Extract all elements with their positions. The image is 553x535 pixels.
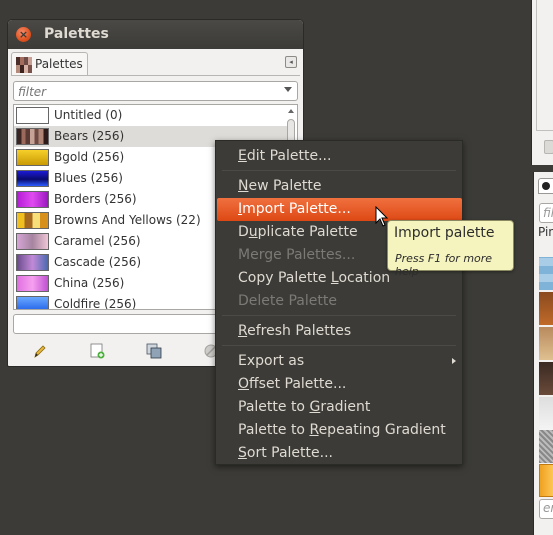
window-title: Palettes xyxy=(44,26,109,42)
pattern-tile[interactable] xyxy=(539,397,553,430)
pattern-tile[interactable] xyxy=(539,430,553,463)
palette-swatch xyxy=(16,212,49,229)
menu-label-text: Delete Palette xyxy=(238,293,337,309)
menu-mnemonic: u xyxy=(248,224,258,240)
palette-name: Bears (256) xyxy=(54,129,125,143)
menu-label-text: ew Palette xyxy=(248,178,322,194)
dock-button[interactable] xyxy=(544,140,553,154)
palette-name: Blues (256) xyxy=(54,171,123,185)
dock-label: Pin xyxy=(538,225,553,239)
palette-context-menu: Edit Palette... New Palette Import Palette… xyxy=(215,140,463,465)
palette-swatch xyxy=(16,128,49,145)
palette-name: Caramel (256) xyxy=(54,234,141,248)
menu-mnemonic: G xyxy=(309,399,321,415)
menu-item-sort-palette[interactable]: Sort Palette... xyxy=(217,442,462,465)
menu-mnemonic: R xyxy=(309,422,319,438)
menu-item-import-palette[interactable]: Import Palette... xyxy=(217,198,462,221)
menu-item-palette-to-repeating-gradient[interactable]: Palette to Repeating Gradient xyxy=(217,419,462,442)
palette-name: Bgold (256) xyxy=(54,150,125,164)
palette-swatch xyxy=(16,254,49,271)
palette-name: Untitled (0) xyxy=(54,108,123,122)
tooltip: Import palette Press F1 for more help xyxy=(387,220,514,278)
palette-swatch xyxy=(16,233,49,250)
right-dock-bottom: fil Pin er xyxy=(533,172,553,535)
tooltip-hint: Press F1 for more help xyxy=(395,252,493,278)
palette-swatch xyxy=(16,107,49,124)
menu-label-text: Export as xyxy=(238,353,305,369)
menu-mnemonic: R xyxy=(238,323,248,339)
palette-swatch xyxy=(16,170,49,187)
pattern-tile[interactable] xyxy=(539,362,553,395)
menu-item-new-palette[interactable]: New Palette xyxy=(217,175,462,198)
palette-name: Browns And Yellows (22) xyxy=(54,213,201,227)
menu-label-text: D xyxy=(238,224,249,240)
palette-swatch xyxy=(16,149,49,166)
menu-item-export-as[interactable]: Export as xyxy=(217,350,462,373)
tab-divider xyxy=(11,75,300,76)
menu-item-refresh-palettes[interactable]: Refresh Palettes xyxy=(217,320,462,343)
mouse-pointer-icon xyxy=(375,206,389,227)
menu-item-delete-palette: Delete Palette xyxy=(217,290,462,313)
pattern-tile-selected[interactable] xyxy=(539,464,553,497)
menu-label-text: mport Palette... xyxy=(242,201,351,217)
menu-label-text: epeating Gradient xyxy=(318,422,446,438)
menu-label-text: Palette to xyxy=(238,399,310,415)
new-palette-icon[interactable] xyxy=(88,342,106,360)
menu-item-edit-palette[interactable]: Edit Palette... xyxy=(217,145,462,168)
menu-mnemonic: O xyxy=(238,376,250,392)
brush-tab-icon[interactable] xyxy=(538,178,553,194)
dock-entry[interactable]: er xyxy=(539,499,553,519)
menu-label-text: ffset Palette... xyxy=(249,376,347,392)
palette-swatch xyxy=(16,191,49,208)
palette-name: Cascade (256) xyxy=(54,255,142,269)
palette-thumbnail-icon xyxy=(16,57,32,73)
list-item[interactable]: Untitled (0) xyxy=(14,105,287,126)
menu-label-text: Merge Palettes... xyxy=(238,247,356,263)
tab-palettes[interactable]: Palettes xyxy=(11,52,88,76)
menu-label-text: Copy Palette xyxy=(238,270,331,286)
tooltip-title: Import palette xyxy=(394,225,495,241)
menu-label-text: dit Palette... xyxy=(246,148,332,164)
pattern-tile[interactable] xyxy=(539,292,553,325)
menu-label-text: ocation xyxy=(338,270,391,286)
close-icon[interactable]: × xyxy=(16,27,31,42)
palette-name: Coldfire (256) xyxy=(54,297,137,310)
menu-label-text: radient xyxy=(320,399,371,415)
pattern-tile[interactable] xyxy=(539,257,553,290)
menu-label-text: efresh Palettes xyxy=(247,323,352,339)
menu-item-palette-to-gradient[interactable]: Palette to Gradient xyxy=(217,396,462,419)
palette-swatch xyxy=(16,296,49,309)
menu-separator xyxy=(222,345,456,346)
menu-item-offset-palette[interactable]: Offset Palette... xyxy=(217,373,462,396)
palette-name: Borders (256) xyxy=(54,192,137,206)
menu-label-text: ort Palette... xyxy=(246,445,333,461)
filter-input[interactable] xyxy=(18,84,268,99)
menu-mnemonic: N xyxy=(238,178,249,194)
submenu-arrow-icon xyxy=(452,358,456,364)
menu-label-text: plicate Palette xyxy=(257,224,358,240)
edit-pencil-icon[interactable] xyxy=(31,342,49,360)
menu-separator xyxy=(222,170,456,171)
filter-combo[interactable] xyxy=(13,81,298,101)
menu-mnemonic: E xyxy=(238,148,247,164)
duplicate-palette-icon[interactable] xyxy=(145,342,163,360)
scroll-up-icon[interactable] xyxy=(288,109,294,113)
tab-label: Palettes xyxy=(35,57,83,71)
pattern-tile[interactable] xyxy=(539,327,553,360)
menu-mnemonic: S xyxy=(238,445,247,461)
menu-label-text: Palette to xyxy=(238,422,310,438)
menu-separator xyxy=(222,315,456,316)
chevron-down-icon[interactable] xyxy=(284,87,292,92)
palette-name: China (256) xyxy=(54,276,125,290)
right-dock-top xyxy=(531,0,553,165)
palette-swatch xyxy=(16,275,49,292)
dock-filter-input[interactable]: fil xyxy=(539,203,553,223)
dock-menu-icon[interactable]: ◂ xyxy=(285,56,297,68)
dock-panel-edge xyxy=(536,0,553,131)
palettes-titlebar[interactable]: × Palettes xyxy=(8,20,303,49)
